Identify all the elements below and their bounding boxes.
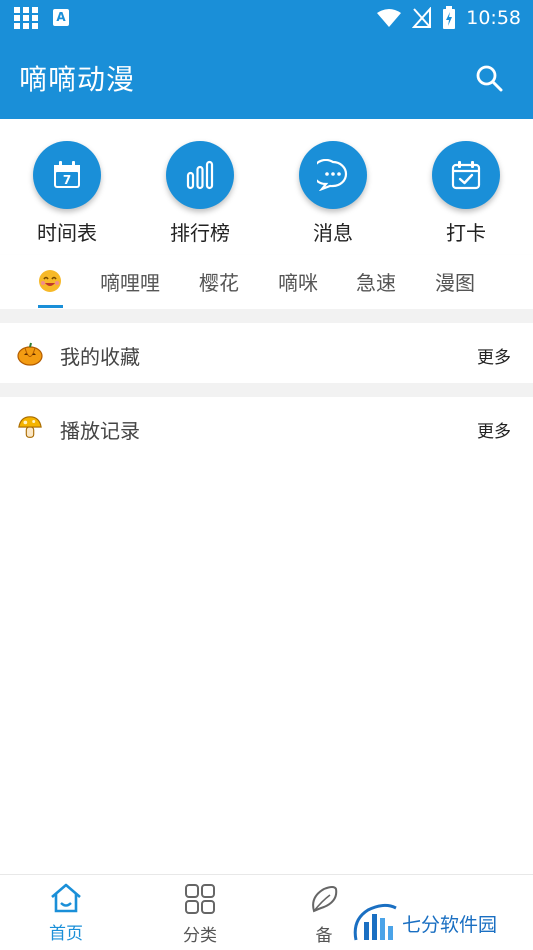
- divider: [0, 383, 533, 397]
- app-title: 嘀嘀动漫: [19, 63, 136, 96]
- notification-app-icon: A: [53, 9, 69, 26]
- home-icon: [51, 883, 81, 913]
- source-tabs: 嘀哩哩 樱花 嘀咪 急速 漫图: [0, 255, 533, 309]
- quick-actions: 7 时间表 排行榜 消息 打卡: [0, 119, 533, 251]
- quick-action-checkin[interactable]: 打卡: [406, 141, 526, 246]
- battery-charging-icon: [443, 6, 456, 29]
- history-section[interactable]: 播放记录 更多: [0, 397, 533, 457]
- tab-dimi[interactable]: 嘀咪: [278, 267, 318, 296]
- leaf-icon: [312, 886, 338, 913]
- history-title: 播放记录: [60, 419, 140, 443]
- tab-yinghua[interactable]: 樱花: [199, 267, 239, 296]
- checkin-button[interactable]: [432, 141, 500, 209]
- pumpkin-icon: [17, 342, 43, 366]
- tab-active-indicator: [38, 305, 63, 308]
- wifi-icon: [377, 9, 402, 27]
- clock: 10:58: [466, 7, 521, 29]
- ranking-button[interactable]: [166, 141, 234, 209]
- checkin-label: 打卡: [446, 221, 486, 245]
- favorites-section[interactable]: 我的收藏 更多: [0, 323, 533, 383]
- messages-button[interactable]: [299, 141, 367, 209]
- watermark: 七分软件园: [350, 888, 533, 949]
- watermark-logo-icon: [353, 903, 397, 941]
- tab-jisu[interactable]: 急速: [356, 267, 396, 296]
- svg-text:7: 7: [63, 173, 71, 187]
- watermark-text: 七分软件园: [402, 914, 498, 936]
- ranking-label: 排行榜: [170, 221, 230, 245]
- schedule-button[interactable]: 7: [33, 141, 101, 209]
- smiley-icon[interactable]: [37, 268, 63, 294]
- tab-mantu[interactable]: 漫图: [435, 267, 475, 296]
- nav-home-label: 首页: [49, 924, 83, 944]
- quick-action-messages[interactable]: 消息: [273, 141, 393, 246]
- favorites-more-link[interactable]: 更多: [477, 343, 511, 368]
- history-more-link[interactable]: 更多: [477, 417, 511, 442]
- app-bar: 嘀嘀动漫: [0, 36, 533, 119]
- apps-grid-icon: [14, 7, 38, 29]
- tab-dililili[interactable]: 嘀哩哩: [100, 267, 160, 296]
- nav-category[interactable]: 分类: [160, 883, 240, 946]
- status-bar: A 10:58: [0, 0, 533, 36]
- chat-bubble-icon: [317, 159, 348, 191]
- bar-chart-icon: [186, 160, 214, 190]
- quick-action-schedule[interactable]: 7 时间表: [7, 141, 127, 246]
- quick-action-ranking[interactable]: 排行榜: [140, 141, 260, 246]
- favorites-title: 我的收藏: [60, 345, 140, 369]
- schedule-label: 时间表: [37, 221, 97, 245]
- search-icon[interactable]: [475, 64, 503, 92]
- calendar-icon: 7: [54, 161, 80, 188]
- messages-label: 消息: [313, 221, 353, 245]
- no-signal-icon: [412, 7, 432, 28]
- nav-home[interactable]: 首页: [26, 883, 106, 944]
- grid-icon: [185, 884, 215, 914]
- nav-category-label: 分类: [183, 926, 217, 946]
- divider: [0, 309, 533, 323]
- calendar-check-icon: [451, 161, 481, 190]
- mushroom-icon: [18, 416, 42, 438]
